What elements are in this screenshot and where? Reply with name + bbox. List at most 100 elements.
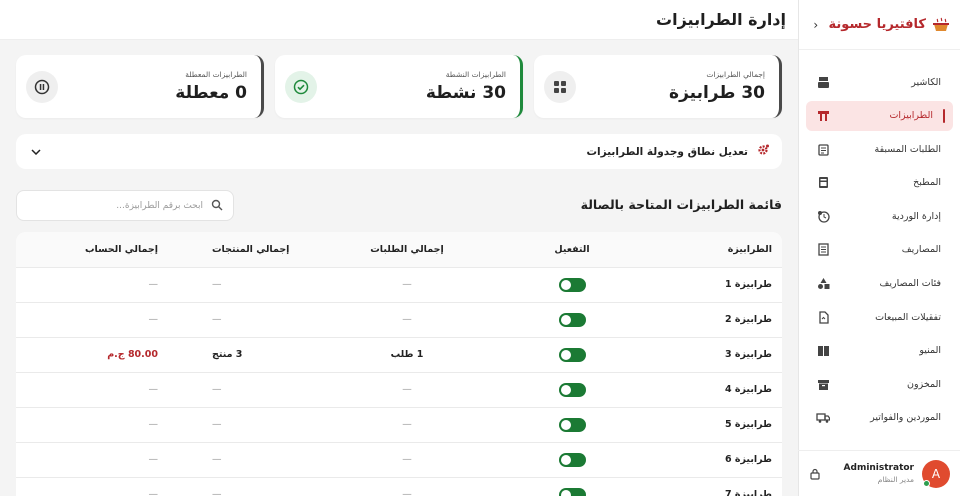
total-value: — [148,314,159,325]
stat-card-total: إجمالي الطرابيزات 30 طرابيزة [534,55,782,118]
products-cell: 3 منتج [182,337,312,373]
sidebar-item-tables[interactable]: الطرابيزات [806,100,953,131]
inventory-box-icon [816,377,830,391]
activation-toggle[interactable] [558,452,586,467]
sidebar-item-label: إدارة الوردية [891,210,941,222]
table-row[interactable]: طرابيزة 1 — — — [16,267,782,303]
table-name-cell: طرابيزة 4 [642,372,782,408]
table-row[interactable]: طرابيزة 4 — — — [16,372,782,408]
cafe-logo-icon [932,16,950,34]
search-box[interactable] [16,190,234,221]
tables-table: الطرابيزة التفعيل إجمالي الطلبات إجمالي … [16,232,782,496]
pause-circle-icon [26,70,58,103]
user-panel[interactable]: A Administrator مدير النظام [798,450,960,496]
total-cell: — [16,267,182,303]
stat-label: الطرابيزات المعطلة [185,70,247,79]
sidebar-item-label: الكاشير [911,76,941,88]
stat-label: إجمالي الطرابيزات [706,70,765,79]
stats-row: إجمالي الطرابيزات 30 طرابيزة الطرابيزات … [16,55,782,118]
column-header-products[interactable]: إجمالي المنتجات [182,232,312,268]
sidebar-item-label: فئات المصاريف [879,278,942,290]
table-row[interactable]: طرابيزة 2 — — — [16,302,782,338]
products-cell: — [182,302,312,338]
table-name-cell: طرابيزة 2 [642,302,782,338]
total-value: — [148,489,159,496]
sidebar-item-expenses[interactable]: المصاريف [806,235,953,265]
sidebar-item-kitchen[interactable]: المطبخ [806,168,953,198]
products-value: — [212,314,222,325]
sidebar-item-cashier[interactable]: الكاشير [806,67,953,97]
sidebar-item-label: تفقيلات المبيعات [875,311,941,323]
column-header-activation[interactable]: التفعيل [502,232,642,268]
total-cell: — [16,477,182,496]
chevron-down-icon[interactable] [28,148,44,155]
products-value: — [212,419,222,430]
online-status-dot [923,479,930,487]
total-value: 80.00 ج.م [107,349,158,360]
truck-icon [816,411,830,425]
sidebar-item-label: المنيو [919,345,941,357]
orders-cell: — [312,267,502,303]
orders-cell: — [312,442,502,478]
avatar[interactable]: A [922,459,950,488]
products-value: — [212,454,222,465]
activation-cell [502,477,642,496]
user-role: مدير النظام [877,475,914,484]
main-content: إدارة الطرابيزات إجمالي الطرابيزات 30 طر… [0,0,798,496]
activation-toggle[interactable] [558,277,586,292]
activation-toggle[interactable] [558,312,586,327]
activation-cell [502,372,642,408]
sidebar-item-shift[interactable]: إدارة الوردية [806,201,953,231]
stat-card-disabled: الطرابيزات المعطلة 0 معطلة [16,55,264,118]
activation-cell [502,302,642,338]
sidebar-item-label: الموردين والفواتير [870,412,941,424]
column-header-total-label: إجمالي الحساب [85,243,158,255]
products-cell: — [182,477,312,496]
activation-toggle[interactable] [558,417,586,432]
products-value: — [212,489,222,496]
activation-toggle[interactable] [558,347,586,362]
table-icon [816,109,830,123]
table-row[interactable]: طرابيزة 6 — — — [16,442,782,478]
sidebar-item-menu[interactable]: المنيو [806,336,953,366]
products-cell: — [182,442,312,478]
products-cell: — [182,407,312,443]
avatar-initial: A [931,466,941,481]
products-cell: — [182,267,312,303]
shift-clock-icon [816,209,830,223]
search-input[interactable] [27,200,203,211]
sidebar-item-expense-categories[interactable]: فئات المصاريف [806,269,953,299]
activation-toggle[interactable] [558,487,586,496]
check-circle-icon [285,70,317,103]
stat-card-active: الطرابيزات النشطة 30 نشطة [275,55,523,118]
sidebar: كافتيريا حسونة ‹ الكاشير الطرابيزات الطل… [798,0,960,496]
table-row[interactable]: طرابيزة 3 1 طلب 3 منتج 80.00 ج.م [16,337,782,373]
activation-toggle[interactable] [558,382,586,397]
range-schedule-panel[interactable]: تعديل نطاق وجدولة الطرابيزات [16,134,782,169]
activation-cell [502,267,642,303]
sidebar-item-label: الطرابيزات [889,110,933,122]
sidebar-item-inventory[interactable]: المخزون [806,369,953,399]
lock-icon[interactable] [808,468,822,480]
table-row[interactable]: طرابيزة 7 — — — [16,477,782,496]
range-panel-title: تعديل نطاق وجدولة الطرابيزات [586,145,748,158]
user-info: Administrator مدير النظام [830,463,914,484]
section-title: قائمة الطرابيزات المتاحة بالصالة [580,197,782,212]
column-header-total[interactable]: إجمالي الحساب [16,232,182,268]
stat-value: 0 معطلة [175,83,247,103]
total-value: — [148,384,159,395]
sidebar-item-suppliers[interactable]: الموردين والفواتير [806,403,953,433]
table-row[interactable]: طرابيزة 5 — — — [16,407,782,443]
column-header-table[interactable]: الطرابيزة [642,232,782,268]
orders-cell: — [312,302,502,338]
sidebar-item-sales-closing[interactable]: تفقيلات المبيعات [806,302,953,332]
activation-cell [502,337,642,373]
sidebar-nav: الكاشير الطرابيزات الطلبات المسبقة المطب… [799,50,960,433]
products-cell: — [182,372,312,408]
tables-list: الطرابيزة التفعيل إجمالي الطلبات إجمالي … [16,232,782,496]
column-header-products-label: إجمالي المنتجات [212,243,290,255]
collapse-sidebar-button[interactable]: ‹ [809,18,823,32]
column-header-orders[interactable]: إجمالي الطلبات [312,232,502,268]
sidebar-item-preorders[interactable]: الطلبات المسبقة [806,134,953,164]
top-bar: إدارة الطرابيزات [0,0,798,40]
